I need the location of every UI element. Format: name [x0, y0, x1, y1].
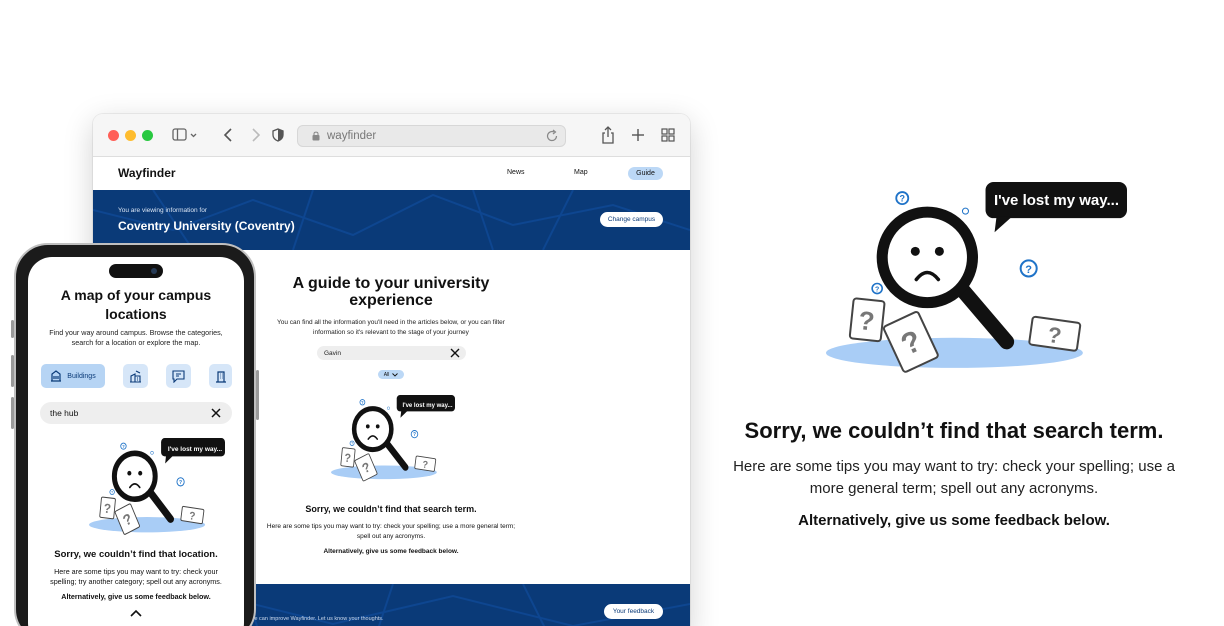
- speech-bubble: I've lost my way...: [167, 445, 223, 453]
- clear-search-icon[interactable]: [211, 408, 221, 418]
- lost-illustration: I've lost my way...: [89, 438, 225, 540]
- campus-name: Coventry University (Coventry): [118, 219, 295, 233]
- change-campus-button[interactable]: Change campus: [600, 212, 663, 227]
- back-icon[interactable]: [223, 125, 233, 145]
- close-window-button[interactable]: [108, 130, 119, 141]
- minimize-window-button[interactable]: [125, 130, 136, 141]
- viewing-info-label: You are viewing information for: [118, 207, 208, 214]
- phone-power-button: [256, 370, 259, 420]
- zoom-window-button[interactable]: [142, 130, 153, 141]
- empty-state-heading: Sorry, we couldn’t find that search term…: [305, 504, 477, 514]
- empty-state-tips: Here are some tips you may want to try: …: [50, 567, 222, 586]
- page-description: Find your way around campus. Browse the …: [49, 328, 223, 347]
- guide-description: You can find all the information you'll …: [277, 319, 505, 336]
- hero-lost-illustration: I've lost my way...: [826, 182, 1127, 383]
- nav-guide[interactable]: Guide: [628, 167, 663, 180]
- tab-overview-icon[interactable]: [661, 125, 675, 145]
- chevron-up-icon[interactable]: [130, 609, 142, 617]
- category-chat[interactable]: [166, 364, 191, 388]
- category-buildings-alt[interactable]: [123, 364, 148, 388]
- guide-search-value: Gavin: [324, 349, 341, 357]
- your-feedback-button[interactable]: Your feedback: [604, 604, 663, 619]
- phone-screen: A map of your campus locations Find your…: [28, 257, 244, 626]
- phone-volume-down: [11, 397, 14, 429]
- hero-alternative: Alternatively, give us some feedback bel…: [798, 512, 1110, 529]
- site-header: Wayfinder News Map Guide: [93, 157, 690, 190]
- office-icon: [215, 370, 226, 383]
- guide-title: A guide to your university experience: [292, 275, 490, 309]
- chat-icon: [172, 369, 185, 383]
- shield-icon[interactable]: [272, 125, 284, 145]
- phone-device: A map of your campus locations Find your…: [11, 243, 259, 626]
- clear-search-icon[interactable]: [450, 348, 460, 358]
- page-title: A map of your campus locations: [60, 287, 212, 322]
- feedback-prompt: w we can improve Wayfinder. Let us know …: [245, 616, 384, 622]
- hero-heading: Sorry, we couldn’t find that search term…: [744, 418, 1164, 443]
- empty-state-tips: Here are some tips you may want to try: …: [266, 523, 516, 540]
- location-search-value: the hub: [50, 408, 79, 418]
- chevron-down-icon: [392, 372, 399, 377]
- hero-tips: Here are some tips you may want to try: …: [733, 458, 1175, 497]
- category-office[interactable]: [209, 364, 232, 388]
- empty-state-heading: Sorry, we couldn’t find that location.: [54, 549, 218, 560]
- filter-dropdown[interactable]: All: [378, 370, 404, 379]
- empty-state-alternative: Alternatively, give us some feedback bel…: [323, 548, 459, 555]
- speech-bubble: I've lost my way...: [402, 403, 453, 409]
- share-icon[interactable]: [601, 125, 615, 145]
- filter-label: All: [383, 371, 390, 378]
- category-buildings[interactable]: Buildings: [41, 364, 105, 388]
- lost-illustration: I've lost my way...: [331, 395, 455, 486]
- buildings-icon: [51, 370, 62, 382]
- campus-banner: You are viewing information for Coventry…: [93, 190, 690, 250]
- sidebar-toggle-icon[interactable]: [172, 125, 198, 145]
- location-search-input[interactable]: the hub: [40, 402, 232, 424]
- lock-icon: [312, 131, 320, 141]
- site-logo[interactable]: Wayfinder: [118, 166, 176, 180]
- guide-search-input[interactable]: Gavin: [317, 346, 466, 360]
- phone-volume-up: [11, 355, 14, 387]
- reload-icon[interactable]: [545, 129, 559, 143]
- phone-mute-switch: [11, 320, 14, 338]
- empty-state-alternative: Alternatively, give us some feedback bel…: [61, 592, 211, 601]
- dynamic-island: [109, 264, 163, 278]
- speech-bubble: I've lost my way...: [993, 191, 1119, 209]
- nav-map[interactable]: Map: [574, 169, 588, 176]
- address-bar[interactable]: wayfinder: [297, 125, 566, 147]
- browser-toolbar: wayfinder: [93, 114, 690, 157]
- nav-news[interactable]: News: [507, 169, 525, 176]
- forward-icon[interactable]: [251, 125, 261, 145]
- new-tab-icon[interactable]: [631, 125, 645, 145]
- buildings-alt-icon: [130, 370, 141, 383]
- category-buildings-label: Buildings: [67, 372, 96, 380]
- address-url: wayfinder: [327, 130, 377, 142]
